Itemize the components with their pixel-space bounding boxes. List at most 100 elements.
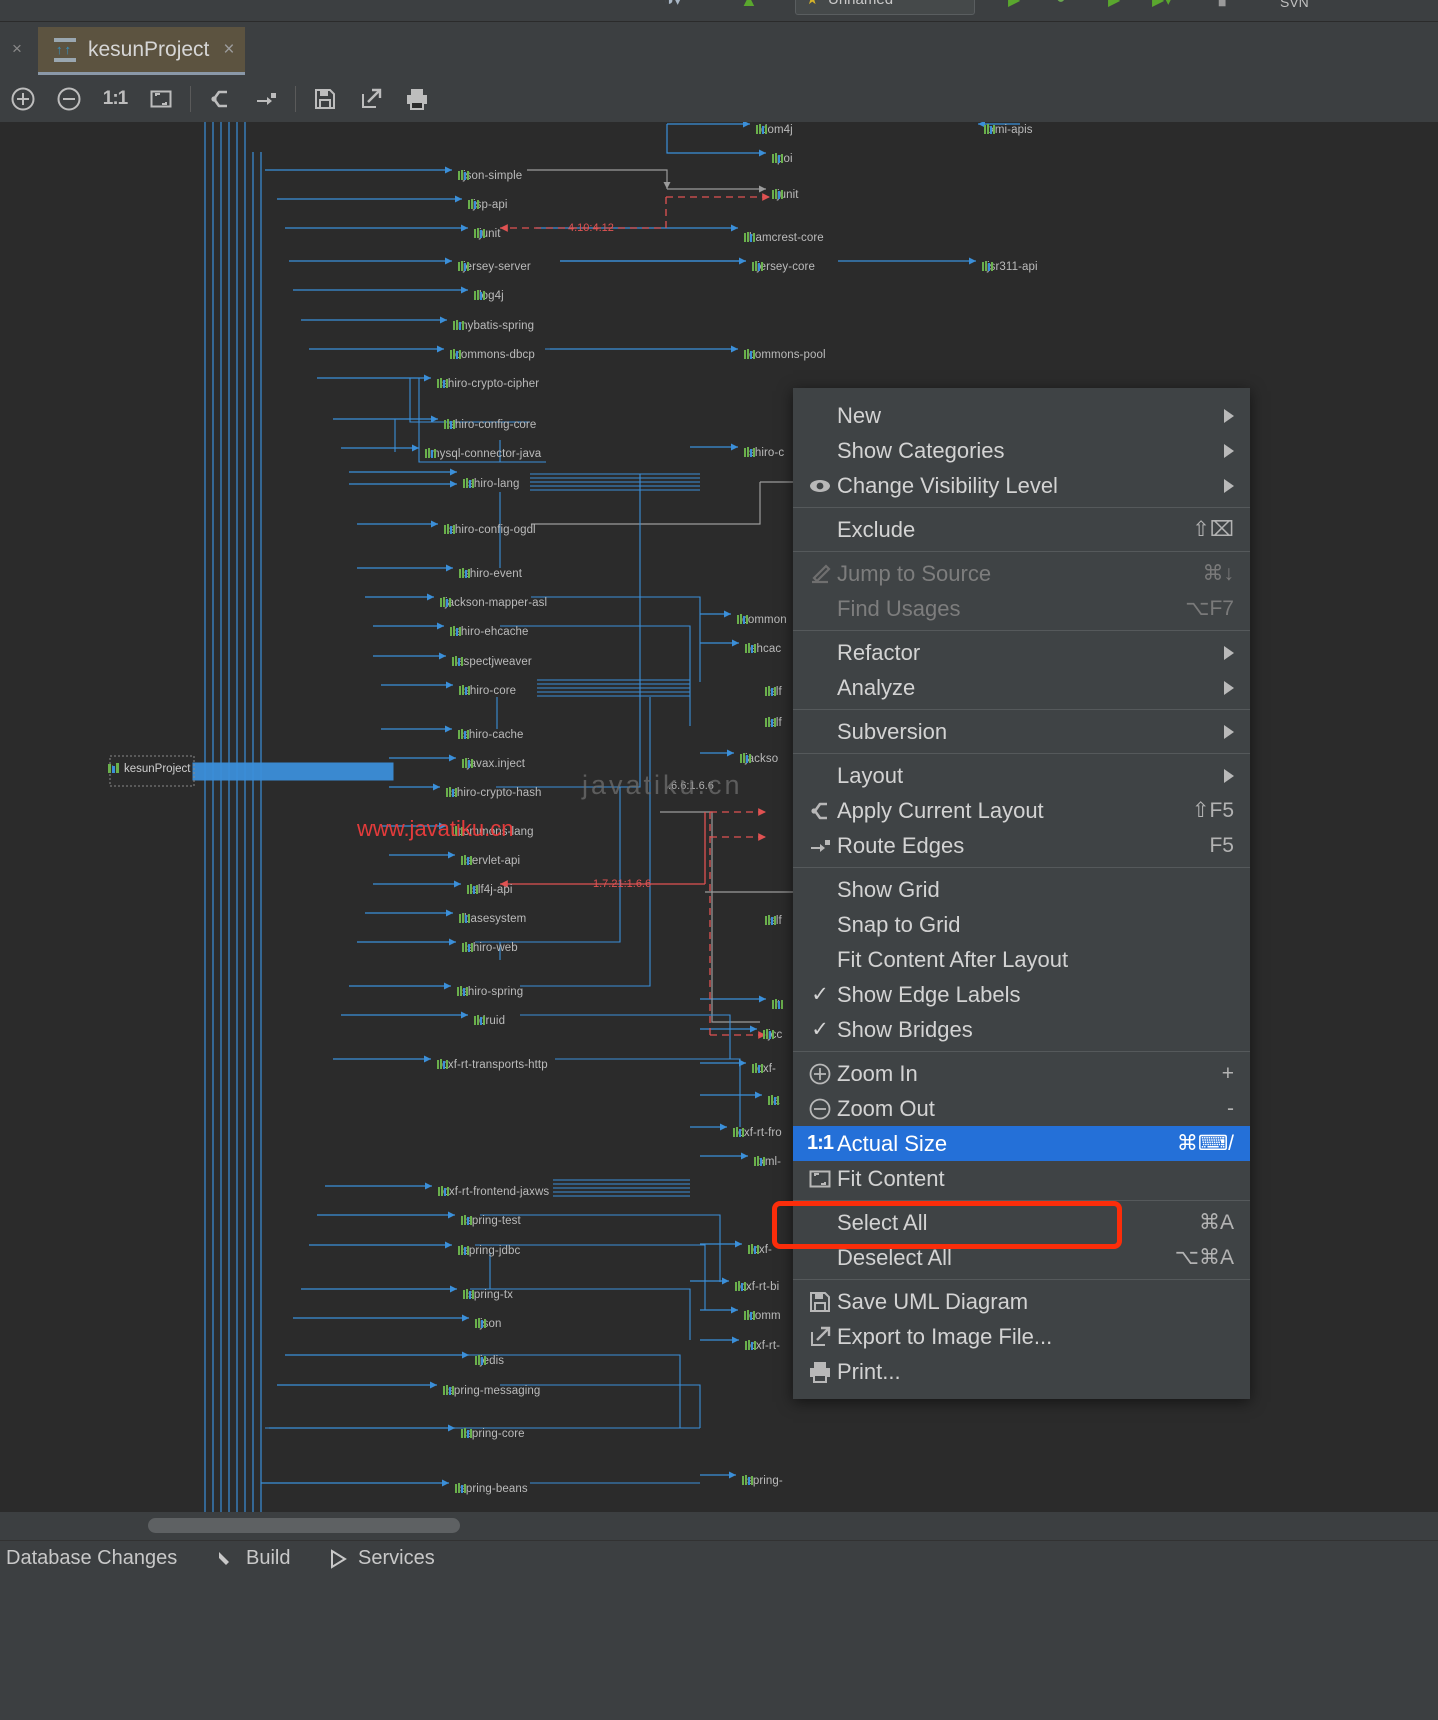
- menu-save-uml-diagram[interactable]: Save UML Diagram: [793, 1284, 1250, 1319]
- menu-layout[interactable]: Layout: [793, 758, 1250, 793]
- diagram-node[interactable]: dom4j: [756, 124, 793, 136]
- diagram-node[interactable]: cxf-rt-: [745, 1340, 780, 1352]
- diagram-node[interactable]: servlet-api: [461, 855, 520, 867]
- diagram-node[interactable]: shiro-c: [744, 447, 784, 459]
- diagram-node[interactable]: shiro-web: [462, 942, 518, 954]
- diagram-node[interactable]: xmi-apis: [984, 124, 1033, 136]
- menu-show-bridges[interactable]: ✓ Show Bridges: [793, 1012, 1250, 1047]
- menu-route-edges[interactable]: Route Edges F5: [793, 828, 1250, 863]
- export-to-image-button[interactable]: [348, 76, 394, 122]
- diagram-node[interactable]: druid: [474, 1015, 505, 1027]
- close-all-tabs-icon[interactable]: ×: [8, 40, 26, 58]
- diagram-node[interactable]: log4j: [474, 290, 504, 302]
- diagram-node[interactable]: spring-jdbc: [458, 1245, 520, 1257]
- menu-export-to-image-file[interactable]: Export to Image File...: [793, 1319, 1250, 1354]
- zoom-in-button[interactable]: [0, 76, 46, 122]
- run-icon[interactable]: ▶: [1008, 0, 1020, 10]
- diagram-node[interactable]: cxf-: [752, 1063, 776, 1075]
- diagram-node[interactable]: t: [772, 999, 783, 1011]
- menu-show-grid[interactable]: Show Grid: [793, 872, 1250, 907]
- diagram-node[interactable]: spring-tx: [463, 1289, 513, 1301]
- diagram-node[interactable]: common: [737, 614, 787, 626]
- route-edges-button[interactable]: [243, 76, 289, 122]
- horizontal-scrollbar-thumb[interactable]: [148, 1518, 460, 1533]
- profile-icon[interactable]: ◑▾: [664, 0, 682, 10]
- menu-subversion[interactable]: Subversion: [793, 714, 1250, 749]
- menu-select-all[interactable]: Select All ⌘A: [793, 1205, 1250, 1240]
- fit-content-button[interactable]: [138, 76, 184, 122]
- diagram-node[interactable]: hamcrest-core: [744, 232, 824, 244]
- diagram-node[interactable]: basesystem: [459, 913, 526, 925]
- diagram-node[interactable]: shiro-ehcache: [450, 626, 529, 638]
- diagram-node[interactable]: slf: [765, 717, 782, 729]
- diagram-node[interactable]: shiro-crypto-hash: [446, 787, 542, 799]
- debug-icon[interactable]: ●: [1056, 0, 1066, 8]
- diagram-node[interactable]: cxf-rt-transports-http: [437, 1059, 548, 1071]
- menu-analyze[interactable]: Analyze: [793, 670, 1250, 705]
- menu-exclude[interactable]: Exclude ⇧⌧: [793, 512, 1250, 547]
- diagram-node[interactable]: jersey-server: [458, 261, 531, 273]
- menu-zoom-in[interactable]: Zoom In +: [793, 1056, 1250, 1091]
- diagram-node[interactable]: shiro-config-ogdl: [444, 524, 536, 536]
- diagram-node[interactable]: spring-messaging: [443, 1385, 540, 1397]
- menu-new[interactable]: New: [793, 398, 1250, 433]
- menu-snap-to-grid[interactable]: Snap to Grid: [793, 907, 1250, 942]
- diagram-node[interactable]: cxf-rt-bi: [735, 1281, 779, 1293]
- diagram-node[interactable]: comm: [744, 1310, 781, 1322]
- menu-deselect-all[interactable]: Deselect All ⌥⌘A: [793, 1240, 1250, 1275]
- diagram-node[interactable]: shiro-cache: [458, 729, 524, 741]
- diagram-node[interactable]: spring-: [742, 1475, 783, 1487]
- diagram-node[interactable]: slf4j-api: [467, 884, 513, 896]
- diagram-node[interactable]: spring-core: [461, 1428, 525, 1440]
- run-with-profiler-icon[interactable]: ▶▾: [1152, 0, 1172, 10]
- save-uml-diagram-button[interactable]: [302, 76, 348, 122]
- menu-show-categories[interactable]: Show Categories: [793, 433, 1250, 468]
- diagram-node[interactable]: jackso: [740, 753, 778, 765]
- diagram-node[interactable]: slf: [765, 915, 782, 927]
- diagram-root-node[interactable]: ⋮ kesunProject: [108, 763, 190, 775]
- diagram-node[interactable]: junit: [772, 189, 799, 201]
- diagram-node[interactable]: cxf-rt-fro: [733, 1127, 782, 1139]
- vcs-label[interactable]: SVN: [1280, 0, 1309, 10]
- diagram-node[interactable]: spring-beans: [455, 1483, 528, 1495]
- diagram-node[interactable]: jsr311-api: [982, 261, 1038, 273]
- menu-zoom-out[interactable]: Zoom Out -: [793, 1091, 1250, 1126]
- zoom-out-button[interactable]: [46, 76, 92, 122]
- menu-actual-size[interactable]: 1:1 Actual Size ⌘⌨/: [793, 1126, 1250, 1161]
- diagram-node[interactable]: shiro-spring: [457, 986, 523, 998]
- diagram-node[interactable]: commons-dbcp: [450, 349, 535, 361]
- diagram-node[interactable]: aspectjweaver: [452, 656, 532, 668]
- diagram-node[interactable]: javax.inject: [462, 758, 525, 770]
- diagram-node[interactable]: json-simple: [458, 170, 522, 182]
- diagram-node[interactable]: junit: [474, 228, 501, 240]
- diagram-context-menu[interactable]: New Show Categories Change Visibility Leve…: [793, 388, 1250, 1399]
- menu-apply-current-layout[interactable]: Apply Current Layout ⇧F5: [793, 793, 1250, 828]
- diagram-node[interactable]: a: [768, 1095, 780, 1107]
- diagram-node[interactable]: json: [475, 1318, 502, 1330]
- editor-tab-kesunproject[interactable]: ↑↑ kesunProject ×: [38, 27, 245, 75]
- status-services[interactable]: Services: [328, 1547, 435, 1570]
- run-coverage-icon[interactable]: ▶: [1108, 0, 1120, 10]
- diagram-node[interactable]: shiro-crypto-cipher: [437, 378, 539, 390]
- actual-size-button[interactable]: 1:1: [92, 76, 138, 122]
- menu-change-visibility-level[interactable]: Change Visibility Level: [793, 468, 1250, 503]
- diagram-node[interactable]: commons-pool: [744, 349, 826, 361]
- diagram-node[interactable]: mybatis-spring: [453, 320, 534, 332]
- status-build[interactable]: Build: [216, 1547, 290, 1570]
- diagram-node[interactable]: shiro-lang: [463, 478, 520, 490]
- menu-fit-content[interactable]: Fit Content: [793, 1161, 1250, 1196]
- diagram-node[interactable]: jedis: [475, 1355, 504, 1367]
- diagram-node[interactable]: jackson-mapper-asl: [440, 597, 547, 609]
- diagram-node[interactable]: shiro-event: [459, 568, 522, 580]
- diagram-node[interactable]: spring-test: [461, 1215, 521, 1227]
- menu-print[interactable]: Print...: [793, 1354, 1250, 1389]
- diagram-node[interactable]: cxf-rt-frontend-jaxws: [438, 1186, 549, 1198]
- status-database-changes[interactable]: Database Changes: [6, 1547, 177, 1570]
- diagram-node[interactable]: shiro-config-core: [444, 419, 536, 431]
- apply-current-layout-button[interactable]: [197, 76, 243, 122]
- diagram-node[interactable]: jsp-api: [468, 199, 508, 211]
- diagram-node[interactable]: jersey-core: [752, 261, 815, 273]
- diagram-node[interactable]: mysql-connector-java: [425, 448, 541, 460]
- diagram-node[interactable]: cxf-: [748, 1244, 772, 1256]
- menu-show-edge-labels[interactable]: ✓ Show Edge Labels: [793, 977, 1250, 1012]
